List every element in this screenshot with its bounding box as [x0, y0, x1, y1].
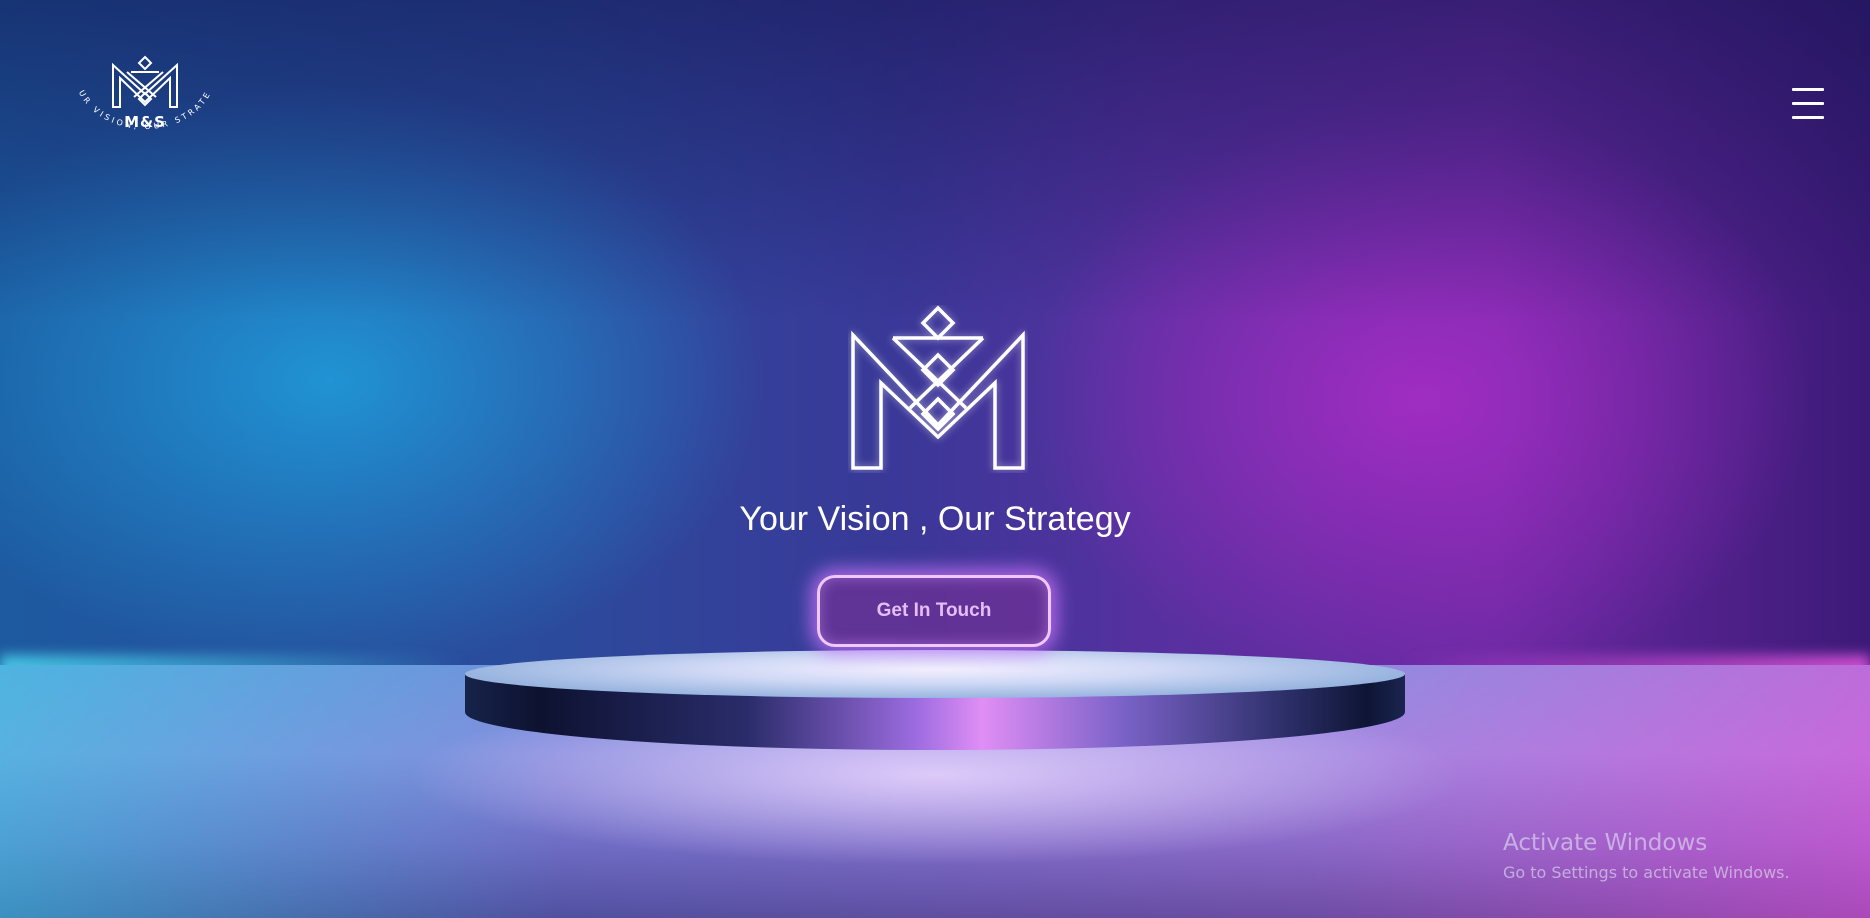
- logo-brand-name: M&S: [124, 113, 166, 131]
- watermark-title: Activate Windows: [1503, 830, 1708, 856]
- get-in-touch-label: Get In Touch: [876, 600, 992, 621]
- site-logo[interactable]: YOUR VISION, OUR STRATEGY M&S: [70, 50, 220, 160]
- activate-windows-watermark: Activate Windows Go to Settings to activ…: [1503, 828, 1790, 885]
- ms-monogram-icon: YOUR VISION, OUR STRATEGY: [70, 50, 210, 131]
- hero-tagline: Your Vision , Our Strategy: [739, 500, 1131, 538]
- get-in-touch-button[interactable]: Get In Touch: [817, 575, 1051, 647]
- watermark-subtitle: Go to Settings to activate Windows.: [1503, 863, 1790, 882]
- background-shade: [0, 0, 1870, 320]
- hero-logo: [848, 305, 1028, 473]
- menu-button[interactable]: [1789, 88, 1827, 122]
- podium-image: [465, 650, 1405, 752]
- podium-top: [465, 650, 1405, 698]
- ms-monogram-icon: [851, 305, 1025, 470]
